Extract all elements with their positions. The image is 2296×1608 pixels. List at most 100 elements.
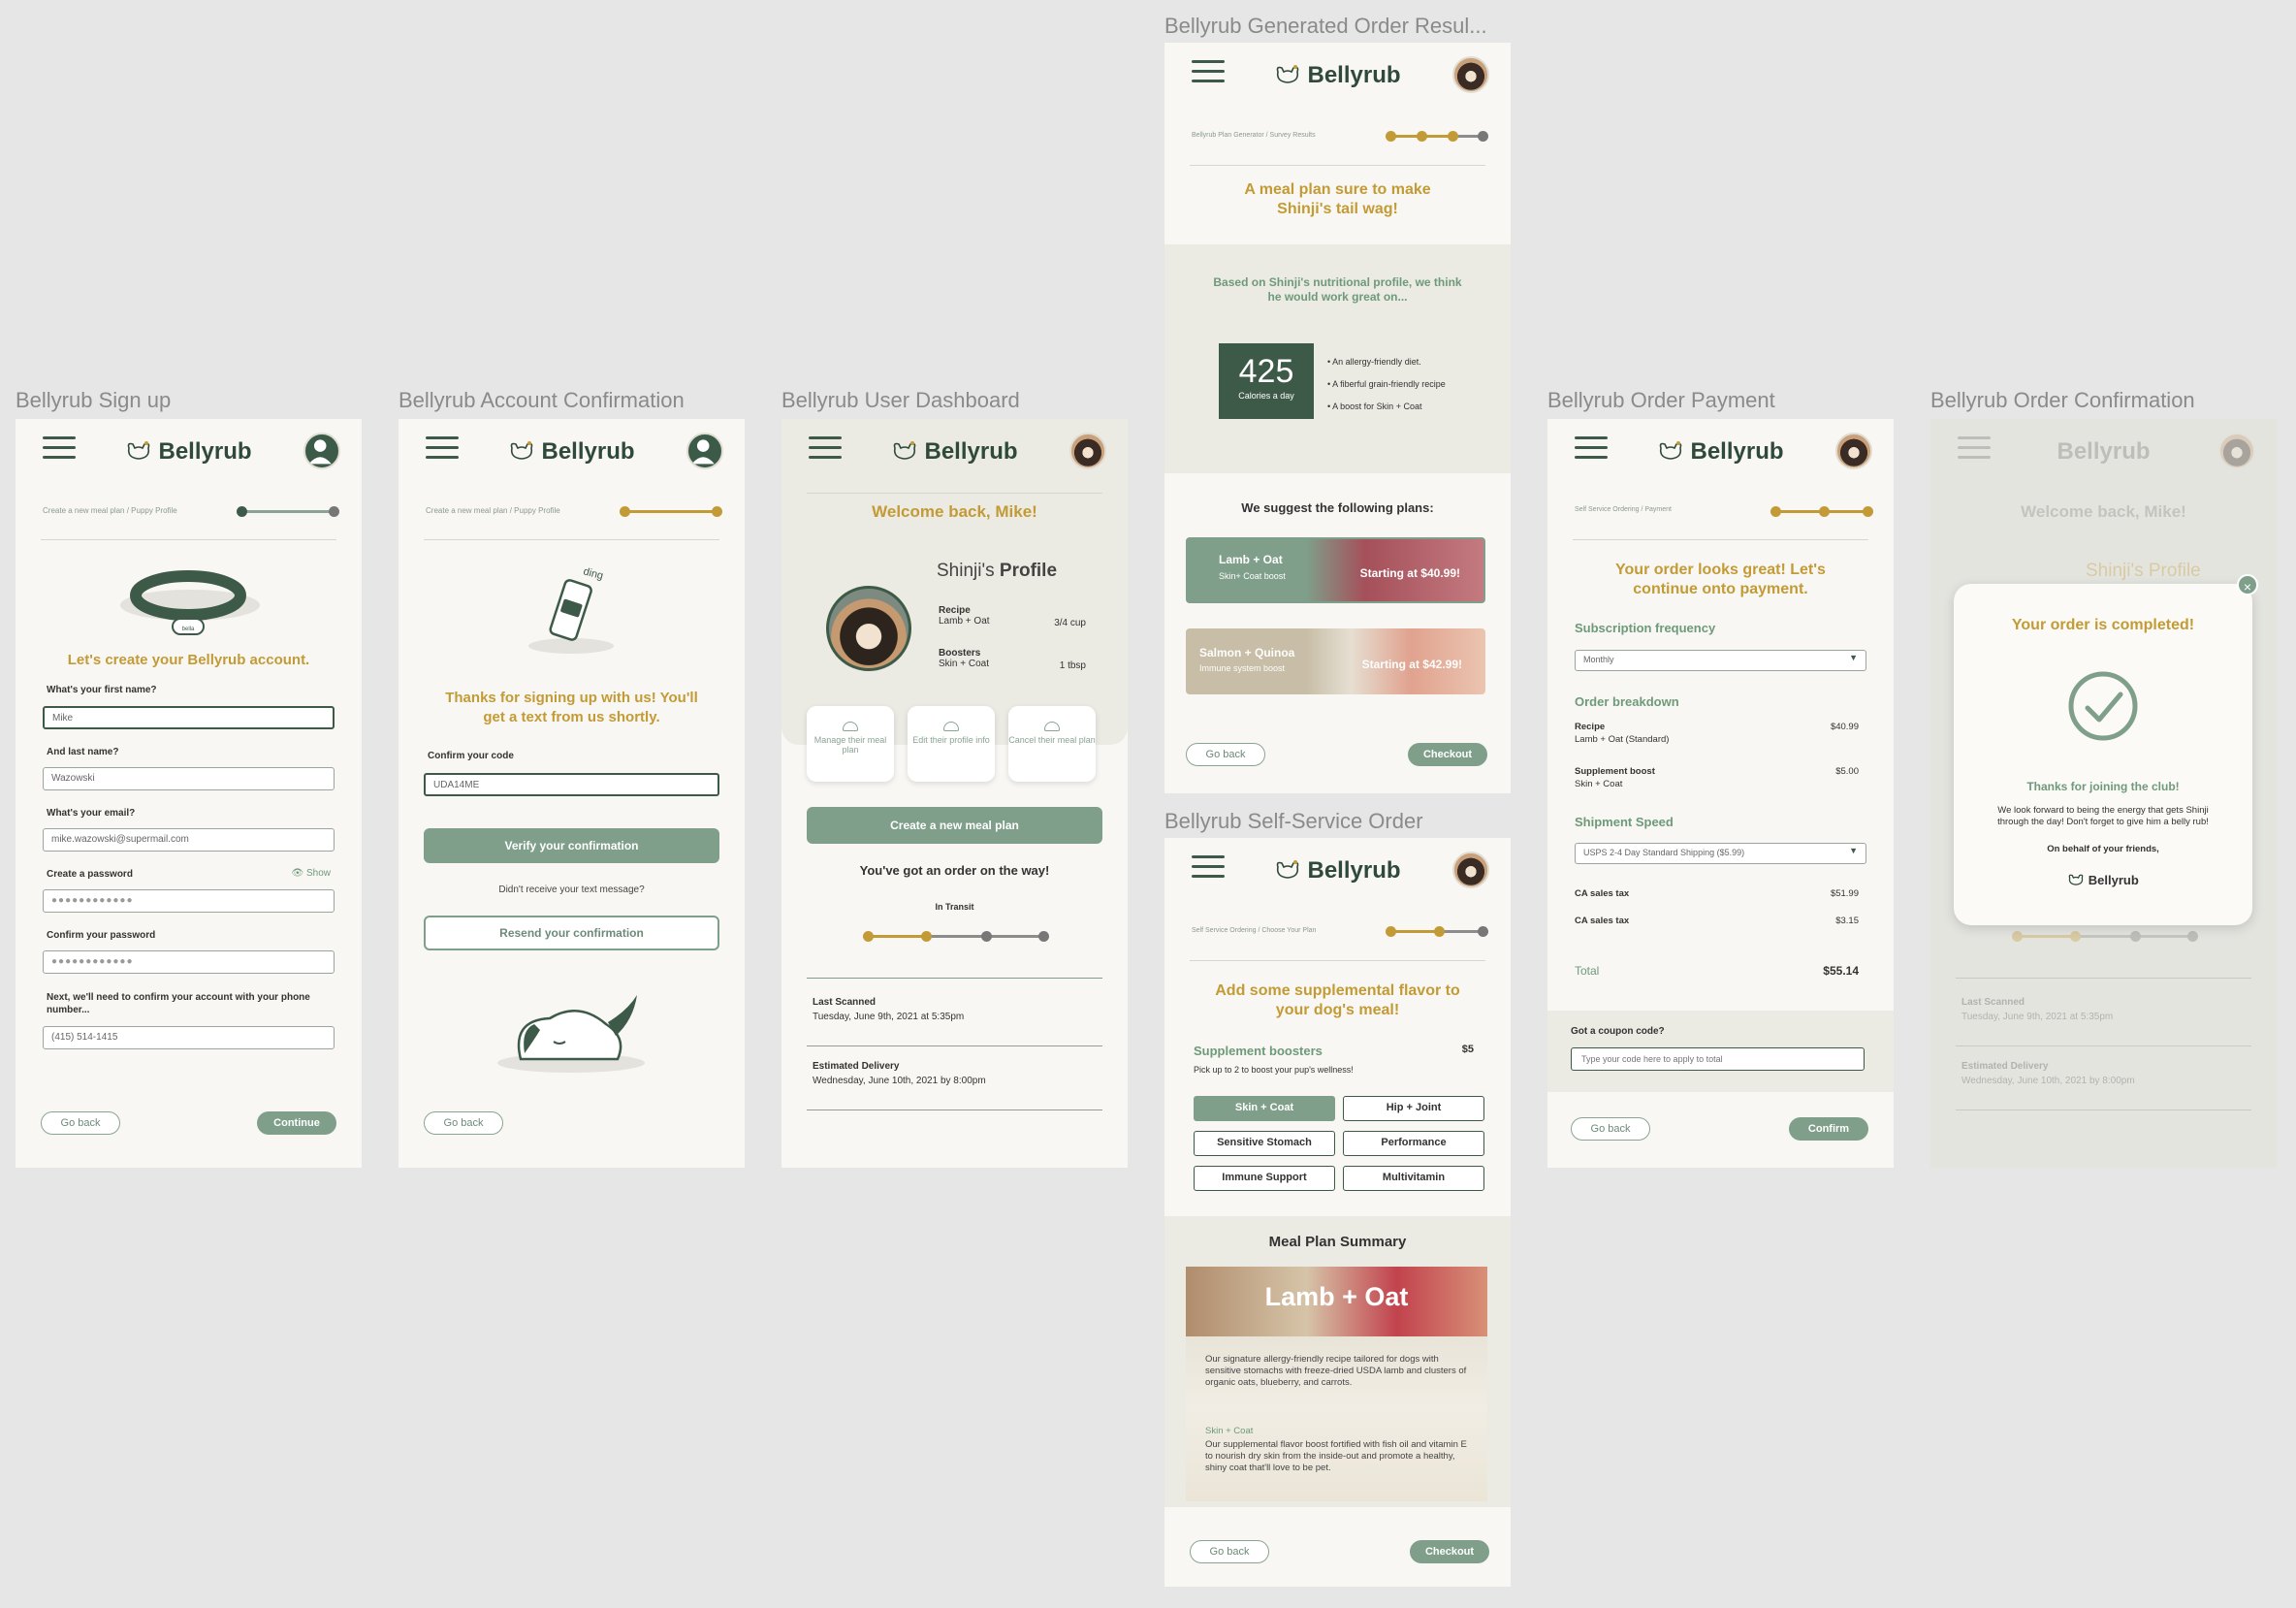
results-frame: Bellyrub Bellyrub Plan Generator / Surve…	[1164, 43, 1511, 793]
boosters-price: $5	[1461, 1044, 1474, 1055]
profile-title: Shinji's Profile	[2086, 561, 2201, 581]
cancel-plan-tile[interactable]: Cancel their meal plan	[1008, 706, 1096, 782]
confirm-password-input[interactable]: ●●●●●●●●●●●●	[43, 950, 335, 974]
manage-plan-tile[interactable]: Manage their meal plan	[807, 706, 894, 782]
last-scanned: Last Scanned Tuesday, June 9th, 2021 at 5…	[813, 997, 965, 1022]
app-header: Bellyrub	[1164, 838, 1511, 908]
go-back-button[interactable]: Go back	[1571, 1117, 1650, 1141]
first-name-input[interactable]: Mike	[43, 706, 335, 729]
action-tiles: Manage their meal plan Edit their profil…	[807, 706, 1107, 784]
password-label: Create a password	[47, 869, 133, 880]
option-immune-support[interactable]: Immune Support	[1194, 1166, 1335, 1191]
confirm-password-label: Confirm your password	[47, 930, 156, 941]
user-avatar[interactable]	[2218, 433, 2255, 469]
show-password-toggle[interactable]: 👁 Show	[292, 868, 332, 879]
option-skin-coat[interactable]: Skin + Coat	[1194, 1096, 1335, 1121]
dog-logo-icon	[128, 441, 150, 460]
thanks-text: Thanks for joining the club!	[2026, 780, 2180, 793]
last-name-label: And last name?	[47, 747, 119, 757]
nutrition-section: Based on Shinji's nutritional profile, w…	[1164, 244, 1511, 473]
frequency-select[interactable]: Monthly ▼	[1575, 650, 1866, 671]
confirm-frame: Bellyrub Create a new meal plan / Puppy …	[399, 419, 745, 1168]
order-complete-modal: × Your order is completed! Thanks for jo…	[1954, 574, 2258, 925]
calories-box: 425 Calories a day	[1219, 343, 1314, 419]
password-input[interactable]: ●●●●●●●●●●●●	[43, 889, 335, 913]
modal-body: We look forward to being the energy that…	[1997, 805, 2209, 827]
boosters-subtitle: Pick up to 2 to boost your pup's wellnes…	[1194, 1065, 1354, 1075]
dog-logo-icon	[1277, 65, 1299, 83]
supplement-line: Supplement boost Skin + Coat $5.00	[1575, 766, 1859, 789]
estimated-delivery: Estimated Delivery Wednesday, June 10th, …	[1961, 1061, 2135, 1086]
coupon-input[interactable]	[1571, 1047, 1865, 1071]
checkout-button[interactable]: Checkout	[1410, 1540, 1489, 1563]
eye-icon: 👁	[291, 868, 304, 879]
option-hip-joint[interactable]: Hip + Joint	[1343, 1096, 1484, 1121]
shipment-title: Shipment Speed	[1575, 815, 1674, 829]
phone-input[interactable]: (415) 514-1415	[43, 1026, 335, 1049]
shipment-select[interactable]: USPS 2-4 Day Standard Shipping ($5.99) ▼	[1575, 843, 1866, 864]
summary-title: Meal Plan Summary	[1268, 1234, 1407, 1250]
go-back-button[interactable]: Go back	[41, 1111, 120, 1135]
option-multivitamin[interactable]: Multivitamin	[1343, 1166, 1484, 1191]
dog-photo	[826, 586, 911, 671]
user-avatar[interactable]	[1452, 852, 1489, 888]
frame-label-results: Bellyrub Generated Order Resul...	[1164, 14, 1487, 38]
create-plan-button[interactable]: Create a new meal plan	[807, 807, 1102, 844]
boosters-row: Boosters Skin + Coat 1 tbsp	[939, 648, 1086, 671]
tax-line-1: CA sales tax $51.99	[1575, 888, 1859, 899]
bowl-icon	[943, 722, 959, 731]
user-avatar[interactable]	[1069, 433, 1106, 469]
go-back-button[interactable]: Go back	[1186, 743, 1265, 766]
plan-description: Our signature allergy-friendly recipe ta…	[1205, 1354, 1467, 1388]
frame-label-dashboard: Bellyrub User Dashboard	[781, 388, 1020, 412]
first-name-label: What's your first name?	[47, 685, 157, 695]
user-avatar[interactable]	[1452, 56, 1489, 93]
plan-card-lamb[interactable]: Lamb + Oat Skin+ Coat boost Starting at …	[1186, 537, 1485, 603]
user-avatar[interactable]	[686, 433, 723, 469]
email-input[interactable]: mike.wazowski@supermail.com	[43, 828, 335, 852]
estimated-delivery: Estimated Delivery Wednesday, June 10th, …	[813, 1061, 986, 1086]
bowl-icon	[843, 722, 858, 731]
dog-logo-icon	[1277, 860, 1299, 879]
code-input[interactable]: UDA14ME	[424, 773, 719, 796]
svg-text:bella: bella	[182, 627, 195, 632]
welcome-title: Welcome back, Mike!	[2021, 502, 2186, 521]
frame-label-orderconf: Bellyrub Order Confirmation	[1930, 388, 2195, 412]
checkmark-icon	[2068, 671, 2138, 741]
meal-plan-card: Lamb + Oat Our signature allergy-friendl…	[1186, 1267, 1487, 1501]
breadcrumb: Bellyrub Plan Generator / Survey Results	[1192, 132, 1316, 139]
chevron-down-icon: ▼	[1849, 653, 1858, 662]
page-title: Your order looks great! Let's continue o…	[1615, 562, 1826, 597]
progress-bar	[1386, 926, 1488, 937]
resend-button[interactable]: Resend your confirmation	[424, 916, 719, 950]
option-sensitive-stomach[interactable]: Sensitive Stomach	[1194, 1131, 1335, 1156]
app-header: Bellyrub	[1547, 419, 1894, 489]
go-back-button[interactable]: Go back	[424, 1111, 503, 1135]
close-icon[interactable]: ×	[2237, 574, 2258, 595]
profile-title: Shinji's Profile	[937, 561, 1058, 581]
plan-card-salmon[interactable]: Salmon + Quinoa Immune system boost Star…	[1186, 628, 1485, 694]
breadcrumb: Self Service Ordering / Payment	[1575, 506, 1672, 513]
last-name-input[interactable]: Wazowski	[43, 767, 335, 790]
app-header: Bellyrub	[1930, 419, 2277, 489]
edit-profile-tile[interactable]: Edit their profile info	[908, 706, 995, 782]
user-avatar[interactable]	[1835, 433, 1872, 469]
go-back-button[interactable]: Go back	[1190, 1540, 1269, 1563]
verify-button[interactable]: Verify your confirmation	[424, 828, 719, 863]
delivery-progress	[863, 931, 1049, 942]
continue-button[interactable]: Continue	[257, 1111, 336, 1135]
option-performance[interactable]: Performance	[1343, 1131, 1484, 1156]
suggest-title: We suggest the following plans:	[1241, 500, 1434, 515]
user-avatar[interactable]	[303, 433, 340, 469]
dog-logo-icon	[894, 441, 916, 460]
breadcrumb: Create a new meal plan / Puppy Profile	[43, 506, 177, 515]
confirm-button[interactable]: Confirm	[1789, 1117, 1868, 1141]
order-message: You've got an order on the way!	[859, 863, 1050, 878]
app-header: Bellyrub	[781, 419, 1128, 489]
meal-summary-section: Meal Plan Summary Lamb + Oat Our signatu…	[1164, 1216, 1511, 1507]
boost-description: Our supplemental flavor boost fortified …	[1205, 1439, 1467, 1473]
orderconf-frame: Bellyrub Welcome back, Mike! Shinji's Pr…	[1930, 419, 2277, 1168]
tax-line-2: CA sales tax $3.15	[1575, 916, 1859, 926]
collar-illustration: bella	[120, 570, 260, 635]
checkout-button[interactable]: Checkout	[1408, 743, 1487, 766]
